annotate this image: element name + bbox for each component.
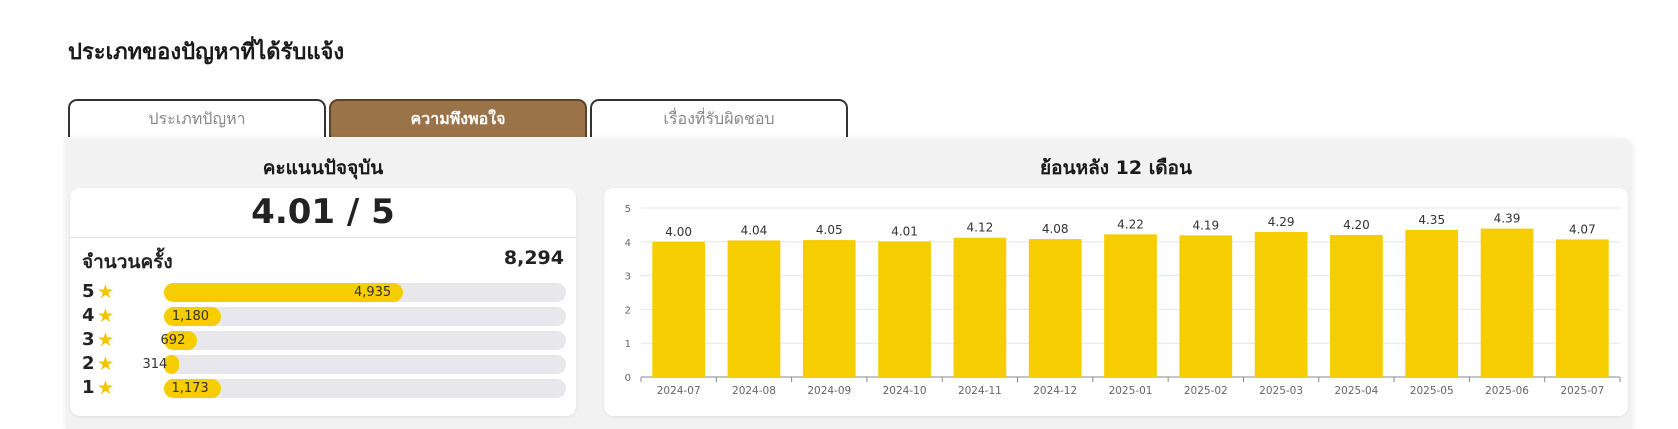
bar bbox=[1330, 235, 1383, 377]
rating-stars: 5 bbox=[82, 281, 95, 302]
bar bbox=[1179, 235, 1233, 377]
rating-row-3: 3 ★ 692 bbox=[82, 329, 566, 351]
rating-row-4: 4 ★ 1,180 bbox=[82, 305, 566, 327]
bar-value-label: 4.08 bbox=[1042, 222, 1069, 236]
score-value: 4.01 / 5 bbox=[251, 192, 395, 232]
x-tick-label: 2024-08 bbox=[732, 385, 776, 397]
bar-chart: 0 1 2 3 4 5 4.00 2024-07 4.04 2024-08 4.05 2024-09 4… bbox=[625, 204, 1621, 397]
rating-bar-fill: 1,180 bbox=[164, 307, 222, 326]
bar bbox=[878, 241, 931, 377]
star-icon: ★ bbox=[97, 377, 115, 399]
bar-value-label: 4.05 bbox=[816, 223, 843, 237]
bar-value-label: 4.19 bbox=[1192, 218, 1219, 232]
x-tick-label: 2025-02 bbox=[1184, 385, 1228, 397]
x-tick-label: 2024-07 bbox=[657, 385, 701, 397]
rating-bar-track: 1,180 bbox=[164, 307, 566, 326]
tab-bar: ประเภทปัญหา ความพึงพอใจ เรื่องที่รับผิดช… bbox=[68, 99, 851, 139]
rating-count: 1,173 bbox=[171, 381, 209, 396]
bar bbox=[1104, 234, 1157, 377]
star-icon: ★ bbox=[97, 353, 115, 375]
bar-value-label: 4.07 bbox=[1569, 222, 1596, 236]
bar-value-label: 4.00 bbox=[665, 225, 692, 239]
bar bbox=[802, 240, 856, 377]
bar bbox=[652, 241, 706, 377]
rating-row-1: 1 ★ 1,173 bbox=[82, 377, 566, 399]
rating-stars: 2 bbox=[82, 353, 95, 374]
history-title: ย้อนหลัง 12 เดือน bbox=[1040, 157, 1192, 179]
count-value: 8,294 bbox=[503, 247, 564, 269]
x-tick-label: 2025-06 bbox=[1485, 385, 1529, 397]
tab-problem-type[interactable]: ประเภทปัญหา bbox=[68, 99, 326, 137]
rating-count: 4,935 bbox=[353, 285, 392, 300]
x-tick-label: 2025-03 bbox=[1259, 385, 1303, 397]
rating-count: 1,180 bbox=[171, 309, 210, 324]
rating-stars: 4 bbox=[82, 305, 95, 326]
rating-count: 692 bbox=[160, 333, 186, 348]
rating-bar-fill: 314 bbox=[142, 355, 180, 374]
x-tick-label: 2024-10 bbox=[883, 385, 927, 397]
rating-stars: 3 bbox=[82, 329, 95, 350]
y-tick-label: 4 bbox=[625, 238, 631, 249]
page-title: ประเภทของปัญหาที่ได้รับแจ้ง bbox=[68, 40, 345, 65]
y-tick-label: 5 bbox=[625, 204, 631, 215]
bar-value-label: 4.29 bbox=[1268, 215, 1295, 229]
y-tick-label: 3 bbox=[625, 272, 631, 283]
rating-bar-fill: 1,173 bbox=[164, 379, 221, 398]
count-label: จำนวนครั้ง bbox=[82, 251, 173, 273]
rating-count: 314 bbox=[142, 357, 168, 372]
bar bbox=[1405, 229, 1459, 377]
rating-bar-fill: 692 bbox=[160, 331, 198, 350]
x-tick-label: 2024-12 bbox=[1033, 385, 1077, 397]
bar-value-label: 4.12 bbox=[967, 221, 994, 235]
rating-bar-track: 1,173 bbox=[164, 379, 566, 398]
bar-value-label: 4.20 bbox=[1343, 218, 1370, 232]
star-icon: ★ bbox=[97, 281, 115, 303]
current-score-title: คะแนนปัจจุบัน bbox=[262, 157, 384, 179]
x-tick-label: 2025-05 bbox=[1410, 385, 1454, 397]
star-icon: ★ bbox=[97, 305, 115, 327]
bar-value-label: 4.04 bbox=[741, 223, 768, 237]
bar bbox=[1028, 239, 1082, 377]
tab-responsibility[interactable]: เรื่องที่รับผิดชอบ bbox=[590, 99, 848, 137]
history-chart-card: 0 1 2 3 4 5 4.00 2024-07 4.04 2024-08 4.05 2024-09 4… bbox=[604, 188, 1628, 416]
bar bbox=[727, 240, 781, 377]
y-tick-label: 0 bbox=[625, 373, 631, 384]
rating-bar-track: 692 bbox=[160, 331, 566, 350]
rating-bar-track: 4,935 bbox=[164, 283, 566, 302]
x-tick-label: 2024-09 bbox=[807, 385, 851, 397]
rating-row-5: 5 ★ 4,935 bbox=[82, 281, 566, 303]
rating-row-2: 2 ★ 314 bbox=[82, 353, 566, 375]
score-card: 4.01 / 5 จำนวนครั้ง 8,294 5 ★ 4,935 4 ★ … bbox=[70, 188, 576, 416]
rating-stars: 1 bbox=[82, 377, 95, 398]
bar bbox=[1555, 239, 1609, 377]
bar bbox=[1254, 231, 1308, 377]
x-tick-label: 2025-04 bbox=[1334, 385, 1378, 397]
tab-satisfaction[interactable]: ความพึงพอใจ bbox=[329, 99, 587, 137]
star-icon: ★ bbox=[97, 329, 115, 351]
x-tick-label: 2025-07 bbox=[1560, 385, 1604, 397]
x-tick-label: 2025-01 bbox=[1109, 385, 1153, 397]
bar bbox=[1480, 228, 1534, 377]
bar-value-label: 4.35 bbox=[1418, 213, 1445, 227]
rating-bar-fill: 4,935 bbox=[164, 283, 404, 302]
y-tick-label: 2 bbox=[625, 305, 631, 316]
bar-value-label: 4.01 bbox=[891, 224, 918, 238]
y-tick-label: 1 bbox=[625, 339, 631, 350]
bar-value-label: 4.39 bbox=[1494, 212, 1521, 226]
x-tick-label: 2024-11 bbox=[958, 385, 1002, 397]
rating-bar-track: 314 bbox=[142, 355, 566, 374]
bar bbox=[953, 237, 1007, 377]
bar-value-label: 4.22 bbox=[1117, 217, 1144, 231]
divider bbox=[70, 237, 576, 238]
